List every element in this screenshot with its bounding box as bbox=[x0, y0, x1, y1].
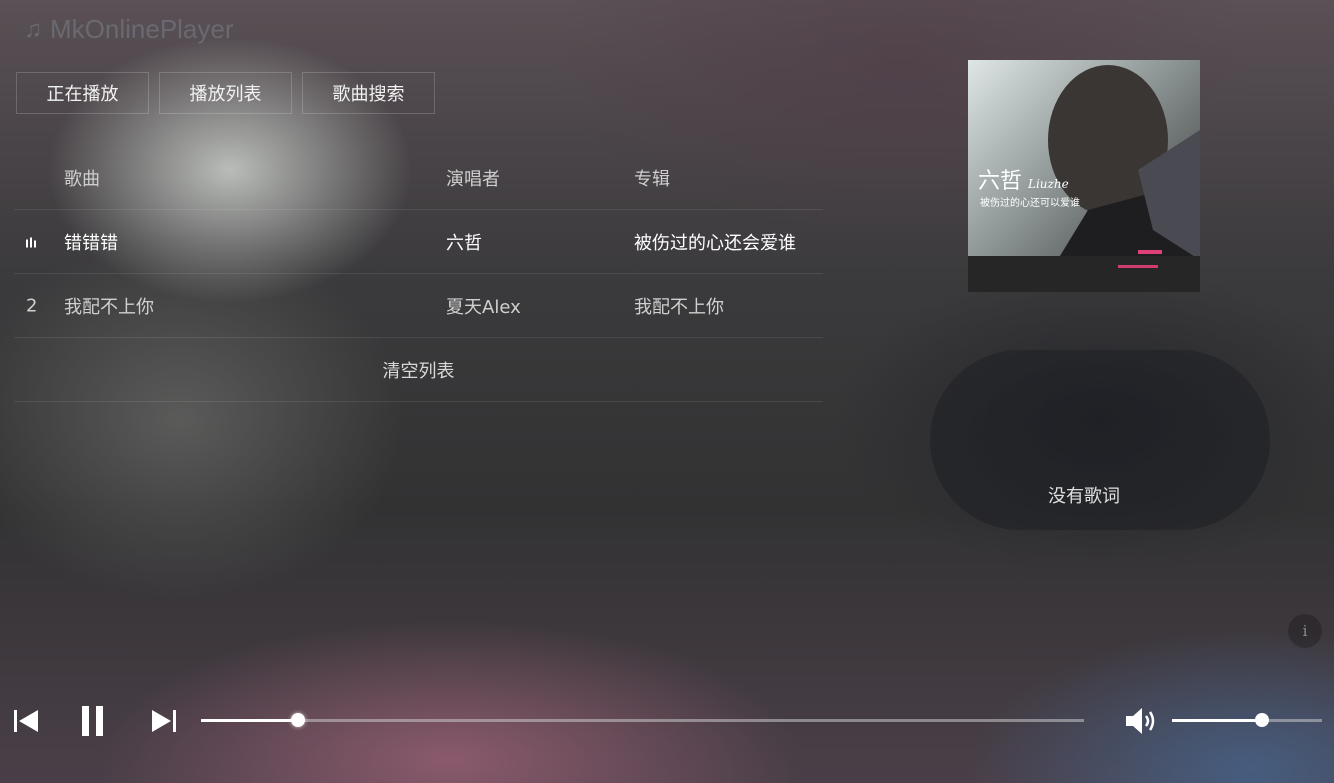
header-song: 歌曲 bbox=[64, 168, 100, 190]
row-artist[interactable]: 六哲 bbox=[446, 229, 482, 255]
lyrics-placeholder: 没有歌词 bbox=[1048, 486, 1120, 507]
app-title: MkOnlinePlayer bbox=[50, 14, 234, 44]
row-number: 2 bbox=[26, 295, 38, 316]
row-artist[interactable]: 夏天Alex bbox=[446, 293, 521, 319]
cover-album-text: 被伤过的心还可以爱谁 bbox=[980, 196, 1080, 209]
volume-icon[interactable] bbox=[1124, 706, 1160, 736]
volume-handle[interactable] bbox=[1255, 713, 1269, 727]
row-album[interactable]: 我配不上你 bbox=[634, 293, 724, 319]
playlist-table: 歌曲 演唱者 专辑 错错错 六哲 被伤过的心还会爱谁 2 我配不上你 夏天Ale… bbox=[14, 146, 823, 402]
cover-artist-latin: Liuzhe bbox=[1027, 177, 1069, 191]
clear-list-button[interactable]: 清空列表 bbox=[383, 357, 455, 383]
tab-bar: 正在播放 播放列表 歌曲搜索 bbox=[16, 72, 435, 114]
info-button[interactable]: i bbox=[1288, 614, 1322, 648]
header-album: 专辑 bbox=[634, 168, 670, 190]
playlist-row[interactable]: 错错错 六哲 被伤过的心还会爱谁 bbox=[14, 210, 823, 274]
app-logo: ♫ MkOnlinePlayer bbox=[24, 14, 234, 45]
playlist-header-row: 歌曲 演唱者 专辑 bbox=[14, 146, 823, 210]
cover-artist-text: 六哲 bbox=[978, 169, 1022, 194]
tab-playlist[interactable]: 播放列表 bbox=[159, 72, 292, 114]
row-song[interactable]: 错错错 bbox=[64, 229, 118, 255]
row-song[interactable]: 我配不上你 bbox=[64, 293, 154, 319]
album-cover: 六哲 Liuzhe 被伤过的心还可以爱谁 bbox=[968, 60, 1200, 292]
clear-list-row: 清空列表 bbox=[14, 338, 823, 402]
progress-fill bbox=[201, 719, 299, 722]
previous-track-icon[interactable] bbox=[12, 707, 40, 735]
row-album[interactable]: 被伤过的心还会爱谁 bbox=[634, 229, 796, 255]
pause-icon[interactable] bbox=[78, 705, 108, 737]
progress-bar[interactable] bbox=[201, 713, 1084, 727]
volume-slider[interactable] bbox=[1172, 713, 1322, 727]
album-cover-area: 六哲 Liuzhe 被伤过的心还可以爱谁 bbox=[968, 60, 1228, 292]
header-artist: 演唱者 bbox=[446, 168, 500, 190]
now-playing-icon bbox=[26, 231, 50, 252]
playlist-row[interactable]: 2 我配不上你 夏天Alex 我配不上你 bbox=[14, 274, 823, 338]
tab-now-playing[interactable]: 正在播放 bbox=[16, 72, 149, 114]
volume-fill bbox=[1172, 719, 1262, 722]
music-note-icon: ♫ bbox=[24, 15, 42, 43]
next-track-icon[interactable] bbox=[150, 707, 178, 735]
tab-song-search[interactable]: 歌曲搜索 bbox=[302, 72, 435, 114]
